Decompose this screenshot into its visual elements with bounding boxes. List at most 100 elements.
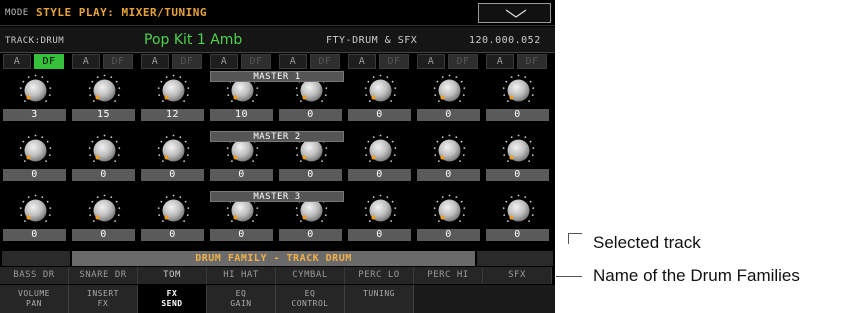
a-button[interactable]: A	[417, 54, 445, 69]
tab-fx-send[interactable]: FX SEND	[138, 285, 207, 313]
knob-value: 0	[348, 109, 411, 121]
df-button[interactable]: DF	[517, 54, 547, 69]
drum-family-name[interactable]: TOM	[138, 267, 207, 284]
family-bar-left-spacer	[2, 251, 70, 266]
knob-value: 0	[279, 229, 342, 241]
knob-icon	[502, 74, 535, 103]
df-button[interactable]: DF	[34, 54, 64, 69]
knob-icon	[433, 74, 466, 103]
knob-value: 0	[348, 229, 411, 241]
drum-family-names-row: BASS DR SNARE DR TOM HI HAT CYMBAL PERC LO PER…	[0, 267, 555, 284]
a-button[interactable]: A	[279, 54, 307, 69]
knob-cell[interactable]: 0	[69, 192, 138, 245]
df-button[interactable]: DF	[448, 54, 478, 69]
display-screen: MODE STYLE PLAY: MIXER/TUNING TRACK:DRUM…	[0, 0, 555, 313]
a-button[interactable]: A	[486, 54, 514, 69]
family-bar-right-spacer	[477, 251, 553, 266]
knob-value: 0	[141, 229, 204, 241]
knob-cell[interactable]: 0	[345, 72, 414, 125]
knob-icon	[364, 74, 397, 103]
knob-cell[interactable]: 0	[0, 132, 69, 185]
track-label: TRACK:DRUM	[5, 36, 65, 46]
knob-cell[interactable]: 0	[483, 132, 552, 185]
knob-cell[interactable]: 15	[69, 72, 138, 125]
drum-family-name[interactable]: SFX	[483, 267, 552, 284]
master-label: MASTER 2	[210, 131, 344, 142]
knob-cell[interactable]: 0	[0, 192, 69, 245]
knob-icon	[502, 134, 535, 163]
knob-value: 0	[417, 169, 480, 181]
knob-value: 0	[141, 169, 204, 181]
callout-selected-track: Selected track	[593, 233, 701, 252]
master-label: MASTER 1	[210, 71, 344, 82]
chevron-down-icon	[505, 9, 527, 18]
knob-value: 0	[417, 229, 480, 241]
knob-cell[interactable]: 0	[69, 132, 138, 185]
knob-value: 0	[348, 169, 411, 181]
a-button[interactable]: A	[348, 54, 376, 69]
knob-icon	[364, 194, 397, 223]
a-button[interactable]: A	[210, 54, 238, 69]
track-program-code: 120.000.052	[469, 35, 541, 46]
drum-family-name[interactable]: SNARE DR	[69, 267, 138, 284]
knob-cell[interactable]: 0	[414, 192, 483, 245]
df-button[interactable]: DF	[172, 54, 202, 69]
knob-icon	[433, 194, 466, 223]
df-button[interactable]: DF	[310, 54, 340, 69]
drum-family-name[interactable]: HI HAT	[207, 267, 276, 284]
tab-eq-control[interactable]: EQ CONTROL	[276, 285, 345, 313]
drum-family-name[interactable]: BASS DR	[0, 267, 69, 284]
master-label: MASTER 3	[210, 191, 344, 202]
tab-eq-gain[interactable]: EQ GAIN	[207, 285, 276, 313]
tab-volume-pan[interactable]: VOLUME PAN	[0, 285, 69, 313]
df-button[interactable]: DF	[379, 54, 409, 69]
knob-value: 10	[210, 109, 273, 121]
knob-cell[interactable]: 12	[138, 72, 207, 125]
tab-insert-fx[interactable]: INSERT FX	[69, 285, 138, 313]
a-button[interactable]: A	[72, 54, 100, 69]
family-mode-buttons: A DF A DF A DF A DF A DF A DF A DF A DF	[0, 54, 555, 69]
knob-cell[interactable]: 3	[0, 72, 69, 125]
family-mode-group: A DF	[1, 54, 68, 69]
mode-title: STYLE PLAY: MIXER/TUNING	[36, 6, 207, 19]
knob-cell[interactable]: 0	[345, 192, 414, 245]
knob-cell[interactable]: 0	[345, 132, 414, 185]
tab-tuning[interactable]: TUNING	[345, 285, 414, 313]
knob-icon	[88, 134, 121, 163]
knob-icon	[88, 194, 121, 223]
page-menu-button[interactable]	[478, 3, 551, 23]
a-button[interactable]: A	[141, 54, 169, 69]
drum-family-track-bar: DRUM FAMILY - TRACK DRUM	[72, 251, 475, 266]
knob-icon	[502, 194, 535, 223]
family-mode-group: A DF	[346, 54, 413, 69]
knob-value: 0	[3, 169, 66, 181]
knob-value: 0	[72, 169, 135, 181]
knob-value: 0	[279, 109, 342, 121]
knob-value: 15	[72, 109, 135, 121]
family-mode-group: A DF	[139, 54, 206, 69]
knob-cell[interactable]: 0	[138, 132, 207, 185]
df-button[interactable]: DF	[241, 54, 271, 69]
callout-line	[556, 276, 582, 277]
df-button[interactable]: DF	[103, 54, 133, 69]
a-button[interactable]: A	[3, 54, 31, 69]
drum-family-name[interactable]: PERC HI	[414, 267, 483, 284]
knob-cell[interactable]: 0	[414, 132, 483, 185]
knob-cell[interactable]: 0	[138, 192, 207, 245]
drum-family-name[interactable]: CYMBAL	[276, 267, 345, 284]
knob-value: 0	[486, 109, 549, 121]
knob-icon	[433, 134, 466, 163]
knob-icon	[19, 74, 52, 103]
track-sound-name[interactable]: Pop Kit 1 Amb	[144, 32, 242, 48]
knob-value: 12	[141, 109, 204, 121]
knob-cell[interactable]: 0	[483, 192, 552, 245]
knob-cell[interactable]: 0	[483, 72, 552, 125]
knob-value: 0	[210, 229, 273, 241]
callout-line	[568, 233, 582, 234]
family-mode-group: A DF	[484, 54, 551, 69]
knob-value: 0	[486, 229, 549, 241]
knob-cell[interactable]: 0	[414, 72, 483, 125]
knob-icon	[157, 74, 190, 103]
drum-family-name[interactable]: PERC LO	[345, 267, 414, 284]
knob-icon	[364, 134, 397, 163]
